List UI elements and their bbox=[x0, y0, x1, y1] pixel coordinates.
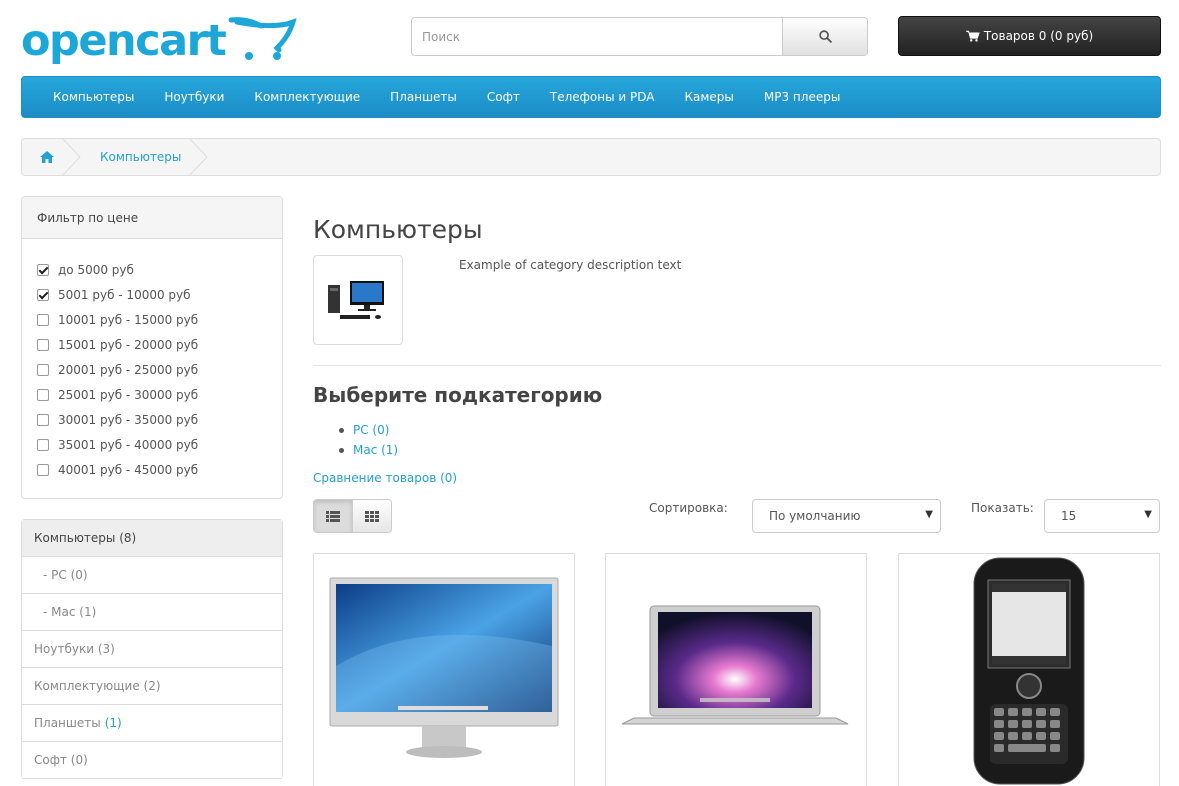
logo[interactable]: opencart bbox=[21, 14, 297, 66]
filter-option-label: до 5000 руб bbox=[58, 262, 134, 277]
menu-item-software[interactable]: Софт bbox=[472, 76, 535, 118]
main-menu: Компьютеры Ноутбуки Комплектующие Планше… bbox=[21, 76, 1161, 118]
checkbox[interactable] bbox=[37, 463, 49, 476]
filter-option[interactable]: 15001 руб - 20000 руб bbox=[37, 332, 282, 357]
chevron-down-icon: ▼ bbox=[1144, 509, 1152, 520]
desktop-computer-image bbox=[328, 281, 384, 319]
sort-select[interactable]: По умолчанию ▼ bbox=[752, 499, 941, 533]
home-icon bbox=[40, 151, 54, 163]
subcategory-link-mac[interactable]: Mac (1) bbox=[353, 443, 398, 457]
logo-text: opencart bbox=[21, 16, 227, 66]
filter-option-label: 15001 руб - 20000 руб bbox=[58, 337, 199, 352]
product-card[interactable] bbox=[605, 553, 867, 786]
category-item-tablets[interactable]: Планшеты (1) bbox=[22, 705, 282, 742]
search-button[interactable] bbox=[782, 18, 867, 55]
search-bar bbox=[411, 17, 868, 56]
product-image-phone[interactable] bbox=[954, 556, 1104, 786]
category-item-components[interactable]: Комплектующие (2) bbox=[22, 668, 282, 705]
list-item: Mac (1) bbox=[339, 440, 398, 460]
subcategory-list: PC (0) Mac (1) bbox=[339, 420, 398, 460]
category-item-label: Планшеты bbox=[34, 716, 101, 730]
breadcrumb: Компьютеры bbox=[21, 138, 1161, 176]
filter-option[interactable]: 25001 руб - 30000 руб bbox=[37, 382, 282, 407]
breadcrumb-link-computers[interactable]: Компьютеры bbox=[72, 150, 199, 164]
list-view-icon bbox=[326, 510, 340, 522]
filter-option[interactable]: 30001 руб - 35000 руб bbox=[37, 407, 282, 432]
breadcrumb-separator bbox=[189, 139, 209, 175]
category-item-software[interactable]: Софт (0) bbox=[22, 742, 282, 779]
checkbox[interactable] bbox=[37, 338, 49, 351]
breadcrumb-item[interactable]: Компьютеры bbox=[72, 139, 209, 175]
cart-button[interactable]: Товаров 0 (0 руб) bbox=[898, 16, 1161, 56]
subcategories-title: Выберите подкатегорию bbox=[313, 383, 603, 407]
filter-option-label: 10001 руб - 15000 руб bbox=[58, 312, 199, 327]
menu-item-components[interactable]: Комплектующие bbox=[239, 76, 375, 118]
search-input[interactable] bbox=[412, 18, 782, 55]
filter-option[interactable]: 40001 руб - 45000 руб bbox=[37, 457, 282, 482]
filter-option-label: 25001 руб - 30000 руб bbox=[58, 387, 199, 402]
category-description: Example of category description text bbox=[459, 258, 682, 272]
sort-select-value: По умолчанию bbox=[769, 509, 861, 523]
checkbox-checked[interactable] bbox=[37, 263, 49, 276]
checkbox[interactable] bbox=[37, 363, 49, 376]
filter-option[interactable]: до 5000 руб bbox=[37, 257, 282, 282]
sort-label: Сортировка: bbox=[649, 501, 728, 515]
limit-select[interactable]: 15 ▼ bbox=[1044, 499, 1160, 533]
search-icon bbox=[818, 30, 832, 43]
menu-item-mp3[interactable]: MP3 плееры bbox=[749, 76, 855, 118]
view-toggle bbox=[313, 499, 392, 533]
category-item-mac[interactable]: - Mac (1) bbox=[22, 594, 282, 631]
category-item-computers[interactable]: Компьютеры (8) bbox=[22, 520, 282, 557]
grid-view-button[interactable] bbox=[353, 500, 391, 532]
subcategory-link-pc[interactable]: PC (0) bbox=[353, 423, 389, 437]
breadcrumb-home[interactable] bbox=[22, 139, 81, 175]
product-image-monitor[interactable] bbox=[328, 576, 560, 766]
compare-products-link[interactable]: Сравнение товаров (0) bbox=[313, 471, 457, 485]
list-item: PC (0) bbox=[339, 420, 398, 440]
checkbox[interactable] bbox=[37, 413, 49, 426]
checkbox[interactable] bbox=[37, 438, 49, 451]
price-filter-panel: Фильтр по цене до 5000 руб 5001 руб - 10… bbox=[21, 196, 283, 499]
category-item-pc[interactable]: - PC (0) bbox=[22, 557, 282, 594]
filter-option[interactable]: 10001 руб - 15000 руб bbox=[37, 307, 282, 332]
list-view-button[interactable] bbox=[314, 500, 353, 532]
menu-item-computers[interactable]: Компьютеры bbox=[38, 76, 149, 118]
limit-label: Показать: bbox=[971, 501, 1034, 515]
category-image bbox=[313, 255, 403, 345]
category-count-link[interactable]: (1) bbox=[105, 716, 122, 730]
filter-option-label: 35001 руб - 40000 руб bbox=[58, 437, 199, 452]
menu-item-cameras[interactable]: Камеры bbox=[669, 76, 748, 118]
filter-option-label: 5001 руб - 10000 руб bbox=[58, 287, 191, 302]
filter-option-label: 40001 руб - 45000 руб bbox=[58, 462, 199, 477]
menu-item-tablets[interactable]: Планшеты bbox=[375, 76, 472, 118]
checkbox[interactable] bbox=[37, 313, 49, 326]
filter-option[interactable]: 20001 руб - 25000 руб bbox=[37, 357, 282, 382]
logo-cart-icon bbox=[228, 17, 297, 60]
filter-title: Фильтр по цене bbox=[22, 197, 282, 239]
page-title: Компьютеры bbox=[313, 215, 483, 244]
chevron-down-icon: ▼ bbox=[925, 509, 933, 520]
checkbox-checked[interactable] bbox=[37, 288, 49, 301]
filter-option-label: 20001 руб - 25000 руб bbox=[58, 362, 199, 377]
limit-select-value: 15 bbox=[1061, 509, 1077, 523]
menu-item-phones[interactable]: Телефоны и PDA bbox=[535, 76, 670, 118]
product-card[interactable] bbox=[313, 553, 575, 786]
category-item-laptops[interactable]: Ноутбуки (3) bbox=[22, 631, 282, 668]
menu-item-laptops[interactable]: Ноутбуки bbox=[149, 76, 239, 118]
filter-list: до 5000 руб 5001 руб - 10000 руб 10001 р… bbox=[22, 239, 282, 482]
product-card[interactable] bbox=[898, 553, 1160, 786]
filter-option[interactable]: 35001 руб - 40000 руб bbox=[37, 432, 282, 457]
category-list: Компьютеры (8) - PC (0) - Mac (1) Ноутбу… bbox=[21, 519, 283, 779]
filter-option-label: 30001 руб - 35000 руб bbox=[58, 412, 199, 427]
product-image-laptop[interactable] bbox=[620, 594, 852, 784]
divider bbox=[313, 365, 1161, 366]
shopping-cart-icon bbox=[965, 30, 980, 42]
checkbox[interactable] bbox=[37, 388, 49, 401]
cart-label: Товаров 0 (0 руб) bbox=[983, 29, 1094, 43]
filter-option[interactable]: 5001 руб - 10000 руб bbox=[37, 282, 282, 307]
grid-view-icon bbox=[365, 510, 379, 522]
